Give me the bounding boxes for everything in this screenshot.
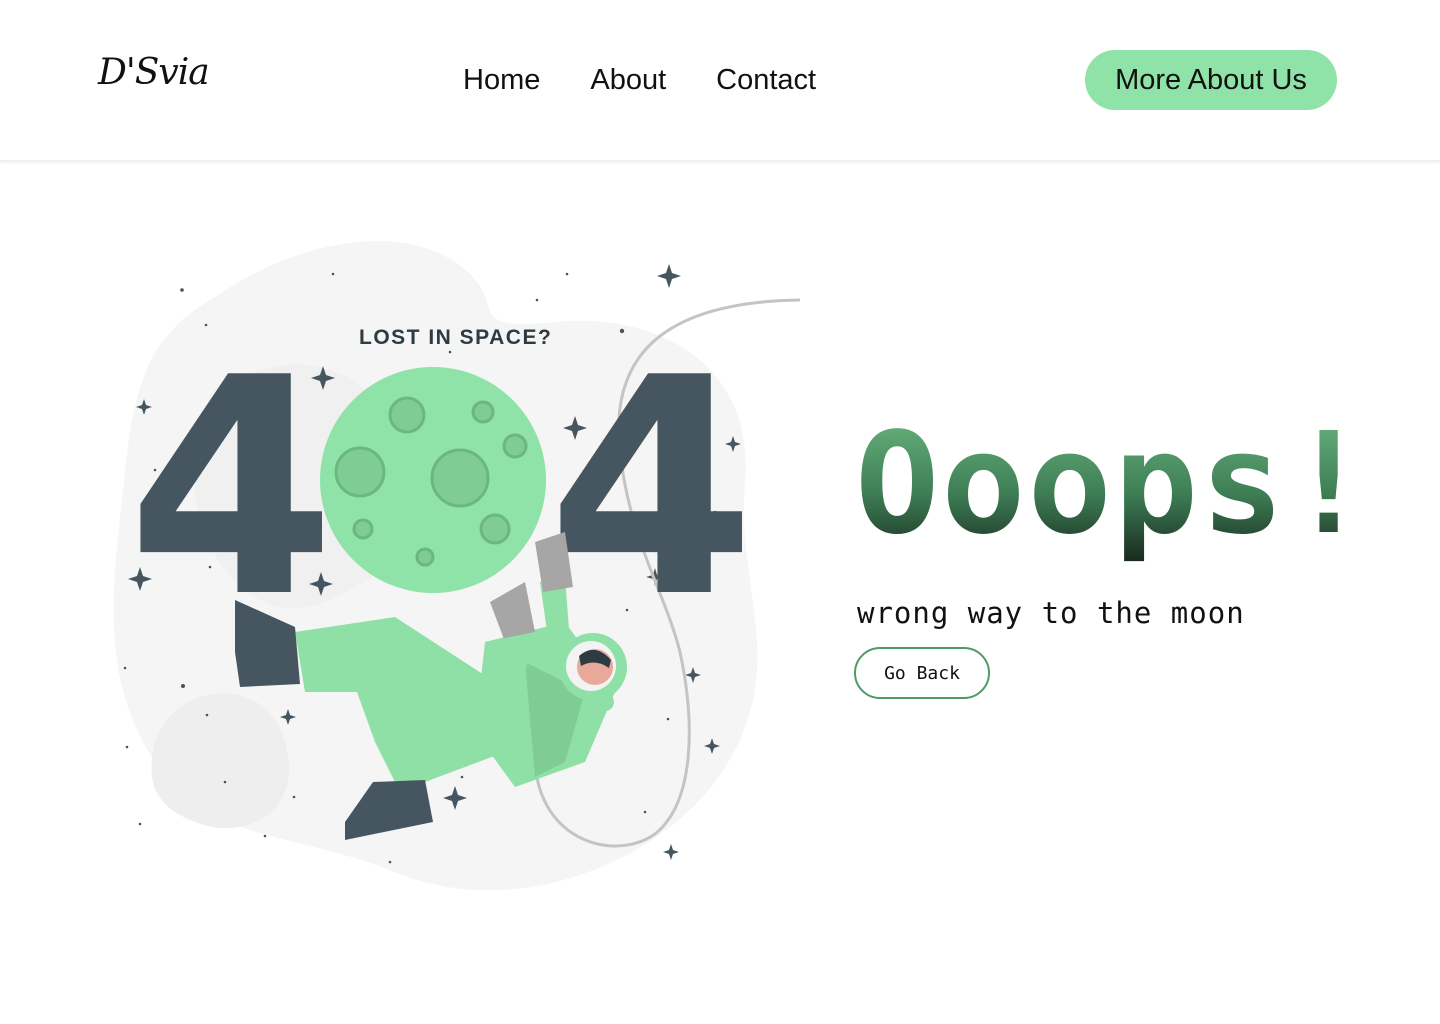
brand-logo[interactable]: D'Svia: [98, 52, 210, 93]
nav-about-link[interactable]: About: [590, 60, 666, 100]
go-back-button[interactable]: Go Back: [854, 647, 990, 699]
digit-four-right: 4: [547, 314, 756, 663]
lost-in-space-caption: LOST IN SPACE?: [359, 326, 552, 349]
main-nav: Home About Contact: [463, 60, 816, 100]
lost-in-space-illustration: LOST IN SPACE? 4 4: [113, 240, 801, 891]
nav-home-link[interactable]: Home: [463, 60, 540, 100]
nav-contact-link[interactable]: Contact: [716, 60, 816, 100]
tagline-text: wrong way to the moon: [857, 596, 1245, 630]
digit-four-left: 4: [127, 314, 336, 663]
site-header: D'Svia Home About Contact More About Us: [0, 0, 1440, 161]
ooops-heading: Ooops!: [855, 400, 1373, 570]
more-about-us-button[interactable]: More About Us: [1085, 50, 1337, 110]
